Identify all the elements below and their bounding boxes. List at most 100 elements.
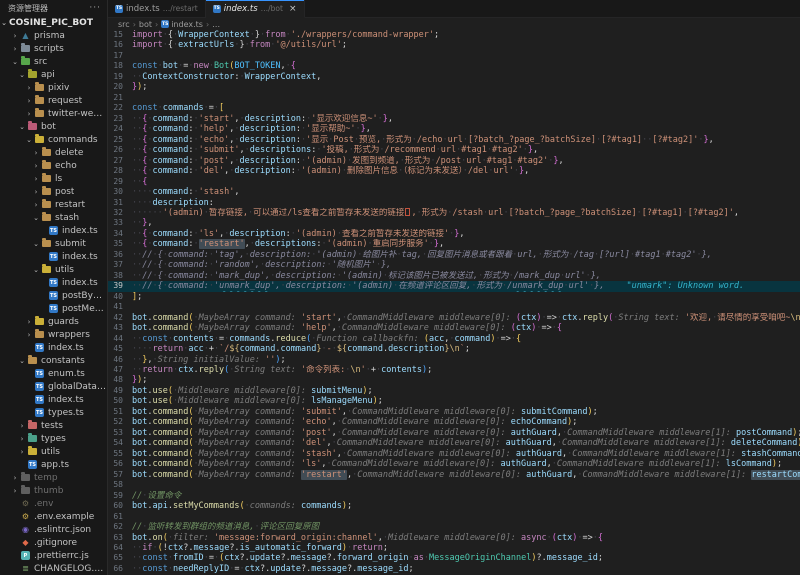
tree-item-postByUrl.ts[interactable]: ›TSpostByUrl.ts <box>0 289 107 302</box>
tree-item-prisma[interactable]: ›▲prisma <box>0 29 107 42</box>
code-line-44[interactable]: 44··const·contents·=·commands.reduce(·Fu… <box>108 334 800 344</box>
tree-item-request[interactable]: ›request <box>0 94 107 107</box>
code-line-18[interactable]: 18const·bot·=·new·Bot(BOT_TOKEN,·{ <box>108 61 800 71</box>
code-line-20[interactable]: 20}); <box>108 82 800 92</box>
code-line-46[interactable]: 46··},·String initialValue: ''); <box>108 355 800 365</box>
tree-item-index.ts[interactable]: ›TSindex.ts <box>0 224 107 237</box>
code-line-48[interactable]: 48}); <box>108 375 800 385</box>
tree-item-.eslintrc.json[interactable]: ›◉.eslintrc.json <box>0 523 107 536</box>
tree-item-commands[interactable]: ⌄commands <box>0 133 107 146</box>
tree-item-twitter-web-api[interactable]: ›twitter-web-api <box>0 107 107 120</box>
code-line-51[interactable]: 51bot.command(·MaybeArray command: 'subm… <box>108 407 800 417</box>
tree-item-post[interactable]: ›post <box>0 185 107 198</box>
tree-item-bot[interactable]: ⌄bot <box>0 120 107 133</box>
tree-item-tests[interactable]: ›tests <box>0 419 107 432</box>
code-line-59[interactable]: 59//·设置命令 <box>108 491 800 501</box>
tree-item-wrappers[interactable]: ›wrappers <box>0 328 107 341</box>
code-line-61[interactable]: 61 <box>108 512 800 522</box>
code-line-38[interactable]: 38··//·{·command:·'mark_dup',·descriptio… <box>108 271 800 281</box>
tree-item-globalData.ts[interactable]: ›TSglobalData.ts <box>0 380 107 393</box>
tree-item-stash[interactable]: ⌄stash <box>0 211 107 224</box>
tree-item-pixiv[interactable]: ›pixiv <box>0 81 107 94</box>
code-line-34[interactable]: 34··{·command:·'ls',·description:·'(admi… <box>108 229 800 239</box>
code-line-21[interactable]: 21 <box>108 93 800 103</box>
code-line-23[interactable]: 23··{·command:·'start',·description:·'显示… <box>108 114 800 124</box>
tree-item-scripts[interactable]: ›scripts <box>0 42 107 55</box>
tree-item-types[interactable]: ›types <box>0 432 107 445</box>
tree-item-.env[interactable]: ›⚙.env <box>0 497 107 510</box>
tree-item-root[interactable]: ⌄ COSINE_PIC_BOT <box>0 16 107 29</box>
close-icon[interactable]: × <box>289 4 297 14</box>
code-line-53[interactable]: 53bot.command(·MaybeArray command: 'post… <box>108 428 800 438</box>
code-line-60[interactable]: 60bot.api.setMyCommands(·commands: comma… <box>108 501 800 511</box>
code-line-63[interactable]: 63bot.on(·filter: 'message:forward_origi… <box>108 533 800 543</box>
breadcrumb-symbol[interactable]: … <box>212 20 220 29</box>
code-line-15[interactable]: 15import·{·WrapperContext·}·from·'./wrap… <box>108 30 800 40</box>
tree-item-.gitignore[interactable]: ›◆.gitignore <box>0 536 107 549</box>
tree-item-delete[interactable]: ›delete <box>0 146 107 159</box>
code-line-22[interactable]: 22const·commands·=·[ <box>108 103 800 113</box>
code-line-31[interactable]: 31····description: <box>108 198 800 208</box>
more-actions-icon[interactable]: ··· <box>89 3 101 13</box>
code-line-47[interactable]: 47··return·ctx.reply(·String text: '命令列表… <box>108 365 800 375</box>
code-line-33[interactable]: 33··}, <box>108 218 800 228</box>
code-line-36[interactable]: 36··//·{·command:·'tag',·description:·'(… <box>108 250 800 260</box>
code-line-28[interactable]: 28··{·command:·'del',·description:·'(adm… <box>108 166 800 176</box>
tree-item-CHANGELOG.md[interactable]: ›≣CHANGELOG.md <box>0 562 107 575</box>
code-line-50[interactable]: 50bot.use(·Middleware middleware[0]: lsM… <box>108 396 800 406</box>
tree-item-index.ts[interactable]: ›TSindex.ts <box>0 250 107 263</box>
tree-item-index.ts[interactable]: ›TSindex.ts <box>0 341 107 354</box>
code-line-49[interactable]: 49bot.use(·Middleware middleware[0]: sub… <box>108 386 800 396</box>
tree-item-utils[interactable]: ⌄utils <box>0 263 107 276</box>
breadcrumb-src[interactable]: src <box>118 20 130 29</box>
tree-item-constants[interactable]: ⌄constants <box>0 354 107 367</box>
code-line-55[interactable]: 55bot.command(·MaybeArray command: 'stas… <box>108 449 800 459</box>
code-line-19[interactable]: 19··ContextConstructor:·WrapperContext, <box>108 72 800 82</box>
tree-item-temp[interactable]: ›temp <box>0 471 107 484</box>
code-line-65[interactable]: 65··const·fromID·=·(ctx?.update?.message… <box>108 553 800 563</box>
code-line-54[interactable]: 54bot.command(·MaybeArray command: 'del'… <box>108 438 800 448</box>
tree-item-api[interactable]: ⌄api <box>0 68 107 81</box>
code-line-16[interactable]: 16import·{·extractUrls·}·from·'@/utils/u… <box>108 40 800 50</box>
tree-item-utils[interactable]: ›utils <box>0 445 107 458</box>
code-line-30[interactable]: 30····command:·'stash', <box>108 187 800 197</box>
tree-item-guards[interactable]: ›guards <box>0 315 107 328</box>
code-line-26[interactable]: 26··{·command:·'submit',·descriptions:·'… <box>108 145 800 155</box>
code-line-56[interactable]: 56bot.command(·MaybeArray command: 'ls',… <box>108 459 800 469</box>
tree-item-.prettierrc.js[interactable]: ›P.prettierrc.js <box>0 549 107 562</box>
code-line-58[interactable]: 58 <box>108 480 800 490</box>
code-line-25[interactable]: 25··{·command:·'echo',·description:·'显示·… <box>108 135 800 145</box>
tree-item-index.ts[interactable]: ›TSindex.ts <box>0 393 107 406</box>
code-editor[interactable]: 15import·{·WrapperContext·}·from·'./wrap… <box>108 30 800 575</box>
tree-item-submit[interactable]: ⌄submit <box>0 237 107 250</box>
code-line-27[interactable]: 27··{·command:·'post',·description:·'(ad… <box>108 156 800 166</box>
code-line-42[interactable]: 42bot.command(·MaybeArray command: 'star… <box>108 313 800 323</box>
tree-item-enum.ts[interactable]: ›TSenum.ts <box>0 367 107 380</box>
tree-item-restart[interactable]: ›restart <box>0 198 107 211</box>
code-line-62[interactable]: 62//·监听转发到群组的频道消息,·评论区回复原图 <box>108 522 800 532</box>
tree-item-src[interactable]: ⌄src <box>0 55 107 68</box>
code-line-32[interactable]: 32······'(admin)·暂存链接,·可以通过/ls查看之前暂存未发送的… <box>108 208 800 218</box>
code-line-39[interactable]: 39··//·{·command:·'unmark_dup',·descript… <box>108 281 800 291</box>
code-line-66[interactable]: 66··const·needReplyID·=·ctx?.update?.mes… <box>108 564 800 574</box>
code-line-24[interactable]: 24··{·command:·'help',·description:·'显示帮… <box>108 124 800 134</box>
tree-item-postMedia.ts[interactable]: ›TSpostMedia.ts <box>0 302 107 315</box>
tab-index-ts-bot[interactable]: TS index.ts …/bot × <box>206 0 305 18</box>
tab-index-ts-restart[interactable]: TS index.ts …/restart <box>108 0 206 17</box>
code-line-40[interactable]: 40]; <box>108 292 800 302</box>
tree-item-.env.example[interactable]: ›⚙.env.example <box>0 510 107 523</box>
tree-item-types.ts[interactable]: ›TStypes.ts <box>0 406 107 419</box>
code-line-37[interactable]: 37··//·{·command:·'random',·description:… <box>108 260 800 270</box>
code-line-57[interactable]: 57bot.command(·MaybeArray command: 'rest… <box>108 470 800 480</box>
code-line-45[interactable]: 45····return·acc·+·`/${command.command}·… <box>108 344 800 354</box>
breadcrumb-file[interactable]: TS index.ts <box>161 20 203 29</box>
code-line-52[interactable]: 52bot.command(·MaybeArray command: 'echo… <box>108 417 800 427</box>
tree-item-index.ts[interactable]: ›TSindex.ts <box>0 276 107 289</box>
tree-item-ls[interactable]: ›ls <box>0 172 107 185</box>
code-line-41[interactable]: 41 <box>108 302 800 312</box>
code-line-43[interactable]: 43bot.command(·MaybeArray command: 'help… <box>108 323 800 333</box>
tree-item-app.ts[interactable]: ›TSapp.ts <box>0 458 107 471</box>
code-line-29[interactable]: 29··{ <box>108 177 800 187</box>
code-line-64[interactable]: 64··if·(!ctx?.message?.is_automatic_forw… <box>108 543 800 553</box>
code-line-17[interactable]: 17 <box>108 51 800 61</box>
